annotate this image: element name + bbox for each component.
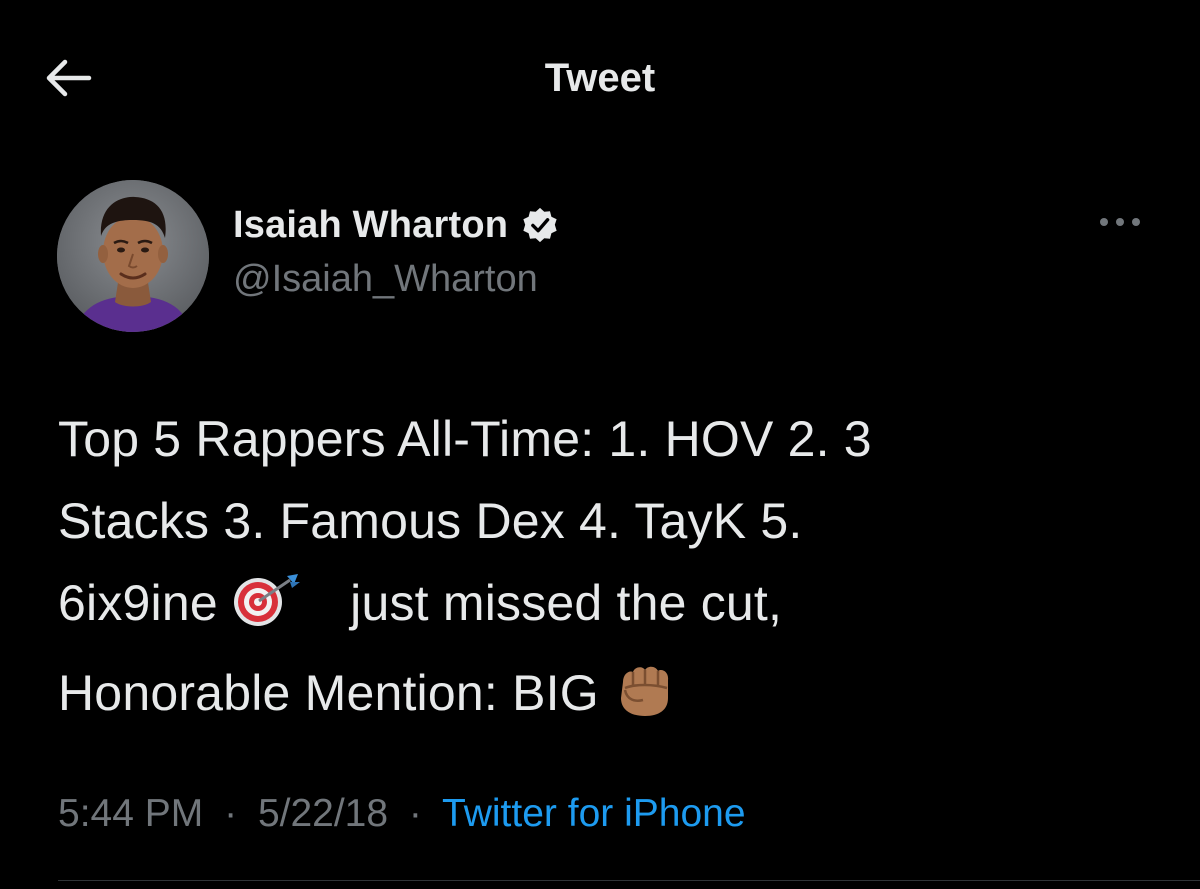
tweet-source-link[interactable]: Twitter for iPhone [442,792,745,835]
meta-separator: · [408,792,422,835]
tweet-meta: 5:44 PM · 5/22/18 · Twitter for iPhone [58,792,746,836]
verified-badge-icon [520,205,560,245]
back-button[interactable] [36,52,100,108]
more-options-icon [1098,215,1142,233]
tweet-line: Honorable Mention: BIG [58,652,1098,742]
top-bar: Tweet [0,0,1200,160]
tweet-line: Top 5 Rappers All-Time: 1. HOV 2. 3 [58,411,872,467]
tweet-date[interactable]: 5/22/18 [258,792,388,835]
more-options-button[interactable] [1090,206,1150,242]
tweet-line: 6ix9ine just missed the cut, [58,562,1098,652]
author-name[interactable]: Isaiah Wharton [233,204,508,247]
tweet-segment: Honorable Mention: BIG [58,665,599,721]
meta-separator: · [224,792,238,835]
tweet-segment: just missed the cut, [350,575,783,631]
author-handle[interactable]: @Isaiah_Wharton [233,258,538,301]
tweet-text: Top 5 Rappers All-Time: 1. HOV 2. 3 Stac… [58,398,1098,742]
arrow-left-icon [43,58,93,103]
tweet-line: Stacks 3. Famous Dex 4. TayK 5. [58,493,803,549]
tweet-time[interactable]: 5:44 PM [58,792,203,835]
page-title: Tweet [544,56,656,100]
avatar[interactable] [57,180,209,332]
author-name-row[interactable]: Isaiah Wharton [233,200,560,250]
direct-hit-icon [232,570,304,652]
divider [58,880,1200,881]
raised-fist-icon [613,660,675,742]
tweet-segment: 6ix9ine [58,575,218,631]
